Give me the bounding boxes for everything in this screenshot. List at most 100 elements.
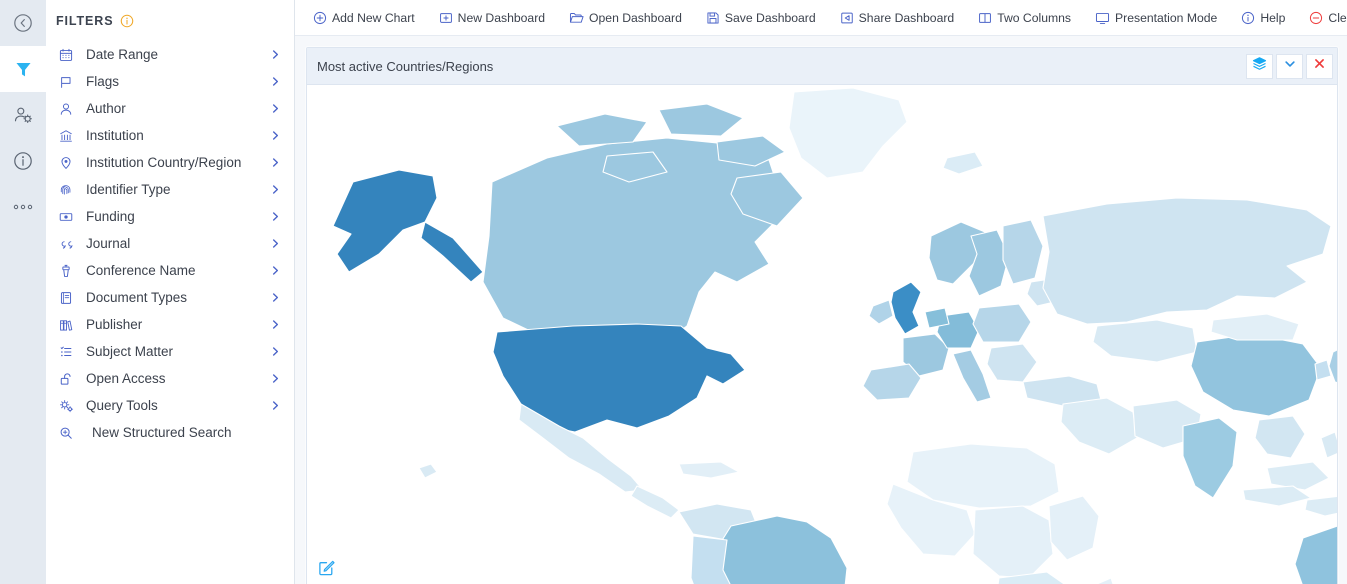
filter-list: Date Range Flags Author Institution Inst… (46, 41, 294, 446)
filter-item-new-structured-search[interactable]: New Structured Search (46, 419, 294, 446)
filter-item-document-types[interactable]: Document Types (46, 284, 294, 311)
filter-item-publisher[interactable]: Publisher (46, 311, 294, 338)
filters-title: FILTERS (56, 13, 114, 28)
filter-item-query-tools[interactable]: Query Tools (46, 392, 294, 419)
layers-button[interactable] (1246, 53, 1273, 79)
filter-item-journal[interactable]: Journal (46, 230, 294, 257)
region-central-america (630, 485, 680, 519)
calendar-icon (59, 48, 79, 62)
info-circle-icon (13, 151, 33, 171)
person-icon (59, 102, 79, 116)
chevron-right-icon (270, 103, 282, 114)
toolbar-share-dashboard[interactable]: Share Dashboard (840, 10, 955, 25)
region-italy (952, 349, 992, 403)
filters-sidebar: FILTERS Date Range Flags Author Institut… (46, 0, 295, 584)
region-indochina-islands (1266, 461, 1330, 491)
ellipsis-icon (12, 203, 34, 211)
filters-info-icon[interactable] (120, 14, 134, 28)
chevron-right-icon (270, 292, 282, 303)
region-kazakhstan (1092, 319, 1198, 363)
close-button[interactable] (1306, 53, 1333, 79)
chevron-right-icon (270, 265, 282, 276)
toolbar-presentation-mode[interactable]: Presentation Mode (1095, 11, 1217, 25)
region-greenland (788, 87, 908, 179)
filter-item-institution-country-region[interactable]: Institution Country/Region (46, 149, 294, 176)
chevron-left-circle-icon (13, 13, 33, 33)
dashboard-toolbar: Add New Chart New Dashboard Open Dashboa… (295, 0, 1347, 36)
main-area: Add New Chart New Dashboard Open Dashboa… (295, 0, 1347, 584)
region-korea (1314, 359, 1332, 381)
filter-icon (14, 60, 33, 79)
filter-item-date-range[interactable]: Date Range (46, 41, 294, 68)
region-southeast-asia (1254, 415, 1306, 459)
toolbar-new-dashboard[interactable]: New Dashboard (439, 11, 545, 25)
toolbar-help[interactable]: Help (1241, 11, 1285, 25)
toolbar-clear-all[interactable]: Clear All (1309, 11, 1347, 25)
region-canada-arctic-3 (716, 135, 786, 167)
plus-circle-icon (313, 11, 327, 25)
region-india (1182, 417, 1238, 499)
chevron-right-icon (270, 319, 282, 330)
filter-item-conference-name[interactable]: Conference Name (46, 257, 294, 284)
chart-panel-header: Most active Countries/Regions (307, 48, 1337, 85)
share-icon (840, 11, 854, 25)
new-dashboard-icon (439, 11, 453, 25)
chevron-down-icon (1283, 57, 1297, 76)
rail-item-user-settings[interactable] (0, 92, 46, 138)
flag-icon (59, 75, 79, 89)
toolbar-open-dashboard[interactable]: Open Dashboard (569, 11, 682, 25)
toolbar-label: Save Dashboard (724, 10, 816, 25)
region-brazil (720, 515, 848, 584)
edit-chart-button[interactable] (316, 560, 336, 580)
unlock-icon (59, 372, 79, 386)
filter-label: Identifier Type (86, 182, 171, 197)
toolbar-label: Share Dashboard (858, 10, 955, 25)
region-ireland (868, 299, 894, 325)
filter-label: Subject Matter (86, 344, 174, 359)
world-map-svg[interactable] (307, 85, 1337, 584)
chart-panel-buttons (1243, 53, 1333, 79)
filter-item-flags[interactable]: Flags (46, 68, 294, 95)
filter-item-open-access[interactable]: Open Access (46, 365, 294, 392)
collapse-button[interactable] (1276, 53, 1303, 79)
user-settings-icon (13, 105, 34, 126)
chart-panel-body (307, 85, 1337, 584)
chevron-right-icon (270, 130, 282, 141)
toolbar-save-dashboard[interactable]: Save Dashboard (706, 11, 816, 25)
filter-label: Funding (86, 209, 135, 224)
filter-item-subject-matter[interactable]: Subject Matter (46, 338, 294, 365)
world-choropleth-map[interactable] (307, 85, 1337, 584)
filter-label: Open Access (86, 371, 166, 386)
filter-item-funding[interactable]: Funding (46, 203, 294, 230)
chevron-right-icon (270, 211, 282, 222)
books-icon (59, 318, 79, 332)
rail-item-information[interactable] (0, 138, 46, 184)
filter-item-identifier-type[interactable]: Identifier Type (46, 176, 294, 203)
region-china (1190, 333, 1322, 417)
filter-label: Conference Name (86, 263, 196, 278)
filter-item-institution[interactable]: Institution (46, 122, 294, 149)
region-alaska-panhandle (420, 221, 484, 283)
chart-panel: Most active Countries/Regions (306, 47, 1338, 584)
toolbar-two-columns[interactable]: Two Columns (978, 11, 1071, 25)
close-x-icon (1313, 57, 1326, 75)
filter-label: Journal (86, 236, 131, 251)
fingerprint-icon (59, 183, 79, 197)
chevron-right-icon (270, 184, 282, 195)
list-icon (59, 345, 79, 359)
quotes-icon (59, 237, 79, 251)
rail-item-filters[interactable] (0, 46, 46, 92)
rail-item-collapse-sidebar[interactable] (0, 0, 46, 46)
podium-icon (59, 264, 79, 278)
filter-item-author[interactable]: Author (46, 95, 294, 122)
rail-item-more-options[interactable] (0, 184, 46, 230)
region-netherlands-belgium (924, 307, 950, 329)
region-australia (1294, 525, 1337, 584)
region-canada-arctic-1 (556, 113, 648, 147)
region-mongolia (1210, 313, 1300, 341)
region-russia (1042, 197, 1332, 325)
region-iceland (942, 151, 984, 175)
toolbar-add-new-chart[interactable]: Add New Chart (313, 11, 415, 25)
chart-title: Most active Countries/Regions (317, 58, 494, 74)
save-disk-icon (706, 11, 720, 25)
